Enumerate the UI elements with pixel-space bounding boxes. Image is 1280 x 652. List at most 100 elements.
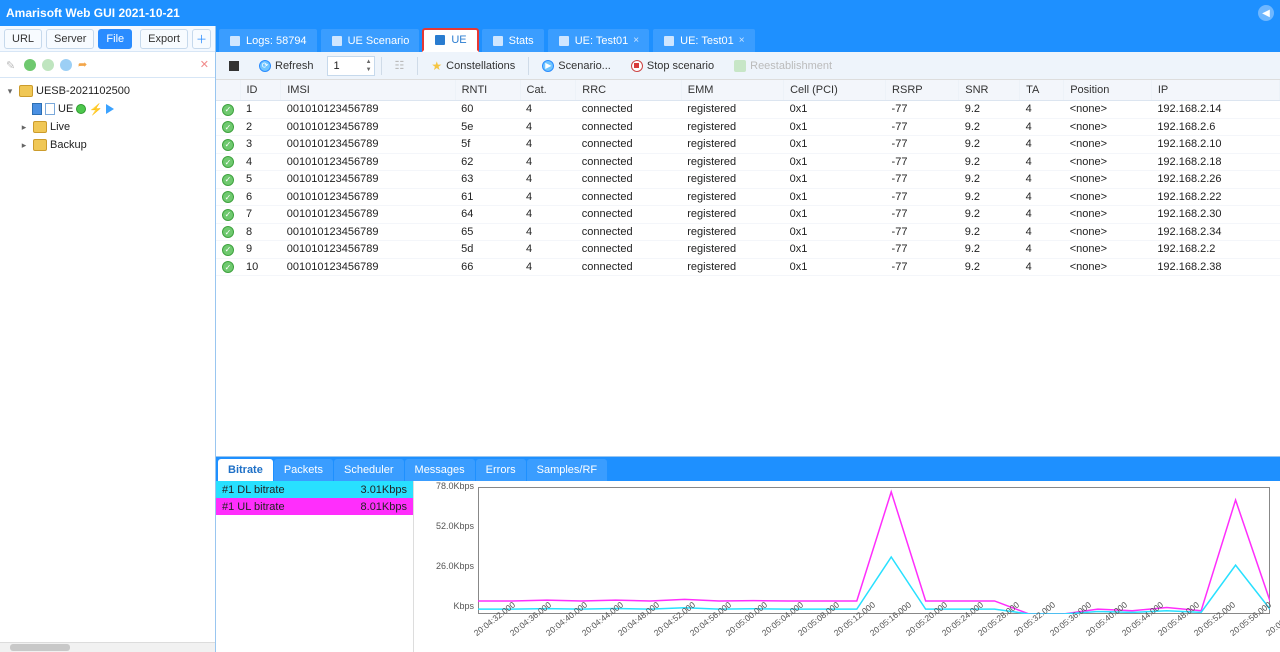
stop-button[interactable] [222,56,246,76]
cell-emm: registered [681,223,783,241]
tab-icon [229,35,241,47]
cell-ta: 4 [1020,241,1064,259]
url-button[interactable]: URL [4,29,42,49]
cell-rnti: 64 [455,206,520,224]
sidebar-scrollbar[interactable] [0,642,215,652]
columns-button[interactable]: ☷ [388,56,412,76]
col-ip[interactable]: IP [1151,80,1279,101]
col-cell-pci-[interactable]: Cell (PCI) [784,80,886,101]
col-ta[interactable]: TA [1020,80,1064,101]
expand-icon[interactable]: ▸ [18,140,30,151]
tab-ue-test01[interactable]: UE: Test01× [652,28,755,52]
cell-rnti: 62 [455,153,520,171]
cell-cell: 0x1 [784,223,886,241]
table-row[interactable]: ✓5001010123456789634connectedregistered0… [216,171,1280,189]
close-icon[interactable]: ✕ [200,58,209,71]
col-emm[interactable]: EMM [681,80,783,101]
status-ok-icon: ✓ [222,121,234,133]
table-row[interactable]: ✓30010101234567895f4connectedregistered0… [216,136,1280,154]
cell-ta: 4 [1020,171,1064,189]
bottom-tab-scheduler[interactable]: Scheduler [334,459,404,481]
cell-rsrp: -77 [886,171,959,189]
cell-ta: 4 [1020,206,1064,224]
tab-stats[interactable]: Stats [481,28,545,52]
cell-ta: 4 [1020,153,1064,171]
cell-cat: 4 [520,101,576,119]
col-rnti[interactable]: RNTI [455,80,520,101]
table-row[interactable]: ✓6001010123456789614connectedregistered0… [216,188,1280,206]
tree-backup[interactable]: ▸ Backup [16,136,213,154]
arrow-icon[interactable]: ➦ [78,58,87,71]
cell-ip: 192.168.2.38 [1151,258,1279,276]
ue-table: IDIMSIRNTICat.RRCEMMCell (PCI)RSRPSNRTAP… [216,80,1280,276]
reestablish-icon [734,60,746,72]
constellations-button[interactable]: ★Constellations [424,56,522,76]
tree-root[interactable]: ▾ UESB-2021102500 [2,82,213,100]
tab-ue-test01[interactable]: UE: Test01× [547,28,650,52]
table-row[interactable]: ✓7001010123456789644connectedregistered0… [216,206,1280,224]
collapse-sidebar-icon[interactable]: ◀ [1258,5,1274,21]
table-row[interactable]: ✓90010101234567895d4connectedregistered0… [216,241,1280,259]
table-row[interactable]: ✓10001010123456789664connectedregistered… [216,258,1280,276]
expand-icon[interactable]: ▸ [18,122,30,133]
server-button[interactable]: Server [46,29,94,49]
cell-id: 9 [240,241,281,259]
bitrate-legend: #1 DL bitrate3.01Kbps#1 UL bitrate8.01Kb… [216,481,414,652]
bottom-panel: BitratePacketsSchedulerMessagesErrorsSam… [216,456,1280,652]
tree-ue[interactable]: UE ⚡ [30,100,213,118]
refresh-interval-input[interactable]: 1▲▼ [327,56,375,76]
status-lightgreen-icon[interactable] [42,59,54,71]
file-button[interactable]: File [98,29,132,49]
status-green-icon[interactable] [24,59,36,71]
wand-icon[interactable]: ✎ [6,59,18,71]
table-row[interactable]: ✓20010101234567895e4connectedregistered0… [216,118,1280,136]
refresh-button[interactable]: ⟳Refresh [252,56,321,76]
folder-icon [19,85,33,97]
status-blue-icon[interactable] [60,59,72,71]
cell-imsi: 001010123456789 [281,258,455,276]
bottom-tab-packets[interactable]: Packets [274,459,333,481]
bottom-tab-bitrate[interactable]: Bitrate [218,459,273,481]
bottom-tab-errors[interactable]: Errors [476,459,526,481]
expand-icon[interactable]: ▾ [4,86,16,97]
tab-ue-scenario[interactable]: UE Scenario [320,28,421,52]
cell-rsrp: -77 [886,241,959,259]
col-cat-[interactable]: Cat. [520,80,576,101]
tab-ue[interactable]: UE [422,28,478,52]
col-id[interactable]: ID [240,80,281,101]
status-ok-icon: ✓ [222,191,234,203]
play-icon[interactable] [106,104,114,114]
cell-cat: 4 [520,188,576,206]
close-icon[interactable]: × [739,35,745,46]
col-status[interactable] [216,80,240,101]
legend-value: 3.01Kbps [361,484,407,496]
cell-rrc: connected [576,258,681,276]
stop-scenario-button[interactable]: Stop scenario [624,56,721,76]
col-snr[interactable]: SNR [959,80,1020,101]
tree-live[interactable]: ▸ Live [16,118,213,136]
bottom-tab-messages[interactable]: Messages [405,459,475,481]
col-rrc[interactable]: RRC [576,80,681,101]
tree: ▾ UESB-2021102500 UE ⚡ ▸ Live ▸ Backup [0,78,215,642]
table-row[interactable]: ✓1001010123456789604connectedregistered0… [216,101,1280,119]
tab-logs-58794[interactable]: Logs: 58794 [218,28,318,52]
cell-rsrp: -77 [886,258,959,276]
table-row[interactable]: ✓8001010123456789654connectedregistered0… [216,223,1280,241]
cell-id: 1 [240,101,281,119]
col-imsi[interactable]: IMSI [281,80,455,101]
ue-table-wrap[interactable]: IDIMSIRNTICat.RRCEMMCell (PCI)RSRPSNRTAP… [216,80,1280,456]
cell-emm: registered [681,188,783,206]
export-button[interactable]: Export [140,29,188,49]
scenario-button[interactable]: ▶Scenario... [535,56,618,76]
add-button[interactable]: ＋ [192,29,211,49]
col-rsrp[interactable]: RSRP [886,80,959,101]
file-icon [32,103,42,115]
close-icon[interactable]: × [633,35,639,46]
legend-value: 8.01Kbps [361,501,407,513]
table-row[interactable]: ✓4001010123456789624connectedregistered0… [216,153,1280,171]
cell-status: ✓ [216,223,240,241]
bottom-tab-samples-rf[interactable]: Samples/RF [527,459,608,481]
col-position[interactable]: Position [1064,80,1152,101]
cell-cell: 0x1 [784,136,886,154]
cell-id: 5 [240,171,281,189]
